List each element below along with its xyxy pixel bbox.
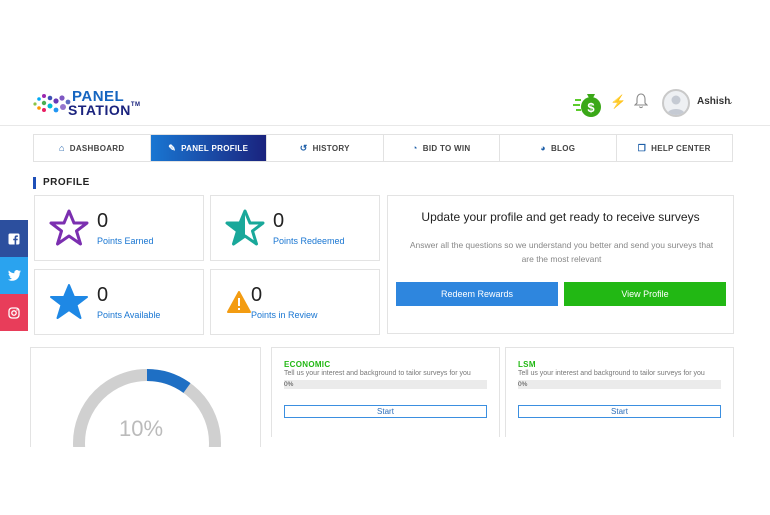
tab-help-center[interactable]: ❐ HELP CENTER — [617, 135, 733, 161]
chevron-down-icon[interactable]: ⌄ — [727, 97, 734, 106]
redeem-rewards-button[interactable]: Redeem Rewards — [396, 282, 558, 306]
svg-text:$: $ — [587, 100, 595, 115]
star-filled-icon — [50, 284, 88, 319]
survey-card-lsm: LSM Tell us your interest and background… — [505, 347, 734, 437]
survey-title: LSM — [518, 360, 536, 369]
money-bag-icon[interactable]: $ — [573, 90, 605, 118]
help-center-icon: ❐ — [637, 142, 647, 153]
tab-label: DASHBOARD — [69, 143, 125, 153]
points-earned-label: Points Earned — [97, 236, 154, 246]
username[interactable]: Ashish — [697, 96, 730, 107]
survey-description: Tell us your interest and background to … — [284, 370, 471, 377]
survey-title: ECONOMIC — [284, 360, 331, 369]
stat-card-points-earned: 0 Points Earned — [34, 195, 204, 261]
survey-card-economic: ECONOMIC Tell us your interest and backg… — [271, 347, 500, 437]
profile-completion-percent: 10% — [119, 416, 164, 441]
lightning-icon[interactable]: ⚡ — [610, 94, 626, 110]
tab-dashboard[interactable]: ⌂ DASHBOARD — [34, 135, 151, 161]
points-redeemed-value: 0 — [273, 210, 285, 232]
instagram-icon — [8, 306, 20, 319]
survey-progress-bar: 0% — [518, 380, 721, 389]
tab-bid-to-win[interactable]: ◔ BID TO WIN — [384, 135, 500, 161]
survey-progress-text: 0% — [284, 381, 294, 388]
points-in-review-value: 0 — [251, 284, 263, 306]
logo-dots-icon — [33, 94, 71, 113]
update-profile-description: Answer all the questions so we understan… — [409, 240, 714, 264]
tab-blog[interactable]: ◕ BLOG — [500, 135, 617, 161]
tab-label: HELP CENTER — [651, 143, 711, 153]
stat-card-points-redeemed: 0 Points Redeemed — [210, 195, 380, 261]
tab-history[interactable]: ↺ HISTORY — [267, 135, 384, 161]
survey-progress-bar: 0% — [284, 380, 487, 389]
header: PANEL STATIONTM $ ⚡ Ashish ⌄ — [0, 80, 770, 126]
bid-icon: ◔ — [412, 143, 418, 153]
twitter-share-button[interactable] — [0, 257, 28, 294]
section-title: PROFILE — [33, 177, 90, 189]
profile-completion-card: 10% — [30, 347, 261, 447]
survey-progress-text: 0% — [518, 381, 528, 388]
tab-label: HISTORY — [312, 143, 350, 153]
facebook-share-button[interactable] — [0, 220, 28, 257]
bell-icon[interactable] — [634, 93, 648, 109]
points-available-label: Points Available — [97, 310, 161, 320]
tab-label: BLOG — [550, 143, 576, 153]
avatar[interactable] — [662, 89, 690, 117]
logo-text-station: STATIONTM — [68, 102, 141, 118]
profile-completion-arc — [146, 369, 191, 393]
stat-card-points-in-review: 0 Points in Review — [210, 269, 380, 335]
update-profile-title: Update your profile and get ready to rec… — [421, 210, 700, 224]
points-in-review-label: Points in Review — [251, 310, 318, 320]
start-survey-button[interactable]: Start — [284, 405, 487, 418]
main-nav: ⌂ DASHBOARD ✎ PANEL PROFILE ↺ HISTORY ◔ BID … — [33, 134, 733, 162]
tab-label: PANEL PROFILE — [181, 143, 249, 153]
twitter-icon — [7, 270, 21, 281]
edit-icon: ✎ — [168, 142, 177, 153]
points-available-value: 0 — [97, 284, 109, 306]
update-profile-card: Update your profile and get ready to rec… — [387, 195, 734, 334]
panel-station-logo[interactable]: PANEL STATIONTM — [32, 88, 140, 118]
star-outline-icon — [49, 209, 89, 246]
history-icon: ↺ — [299, 142, 308, 153]
view-profile-button[interactable]: View Profile — [564, 282, 726, 306]
start-survey-button[interactable]: Start — [518, 405, 721, 418]
blog-icon: ◕ — [540, 143, 546, 153]
instagram-share-button[interactable] — [0, 294, 28, 331]
star-half-icon — [225, 209, 265, 246]
user-silhouette-icon — [667, 95, 685, 115]
survey-description: Tell us your interest and background to … — [518, 370, 705, 377]
points-redeemed-label: Points Redeemed — [273, 236, 345, 246]
tab-label: BID TO WIN — [422, 143, 471, 153]
home-icon: ⌂ — [59, 143, 65, 153]
stat-card-points-available: 0 Points Available — [34, 269, 204, 335]
facebook-icon — [8, 233, 20, 245]
logo-tm: TM — [130, 102, 141, 108]
tab-panel-profile[interactable]: ✎ PANEL PROFILE — [150, 135, 267, 161]
points-earned-value: 0 — [97, 210, 109, 232]
